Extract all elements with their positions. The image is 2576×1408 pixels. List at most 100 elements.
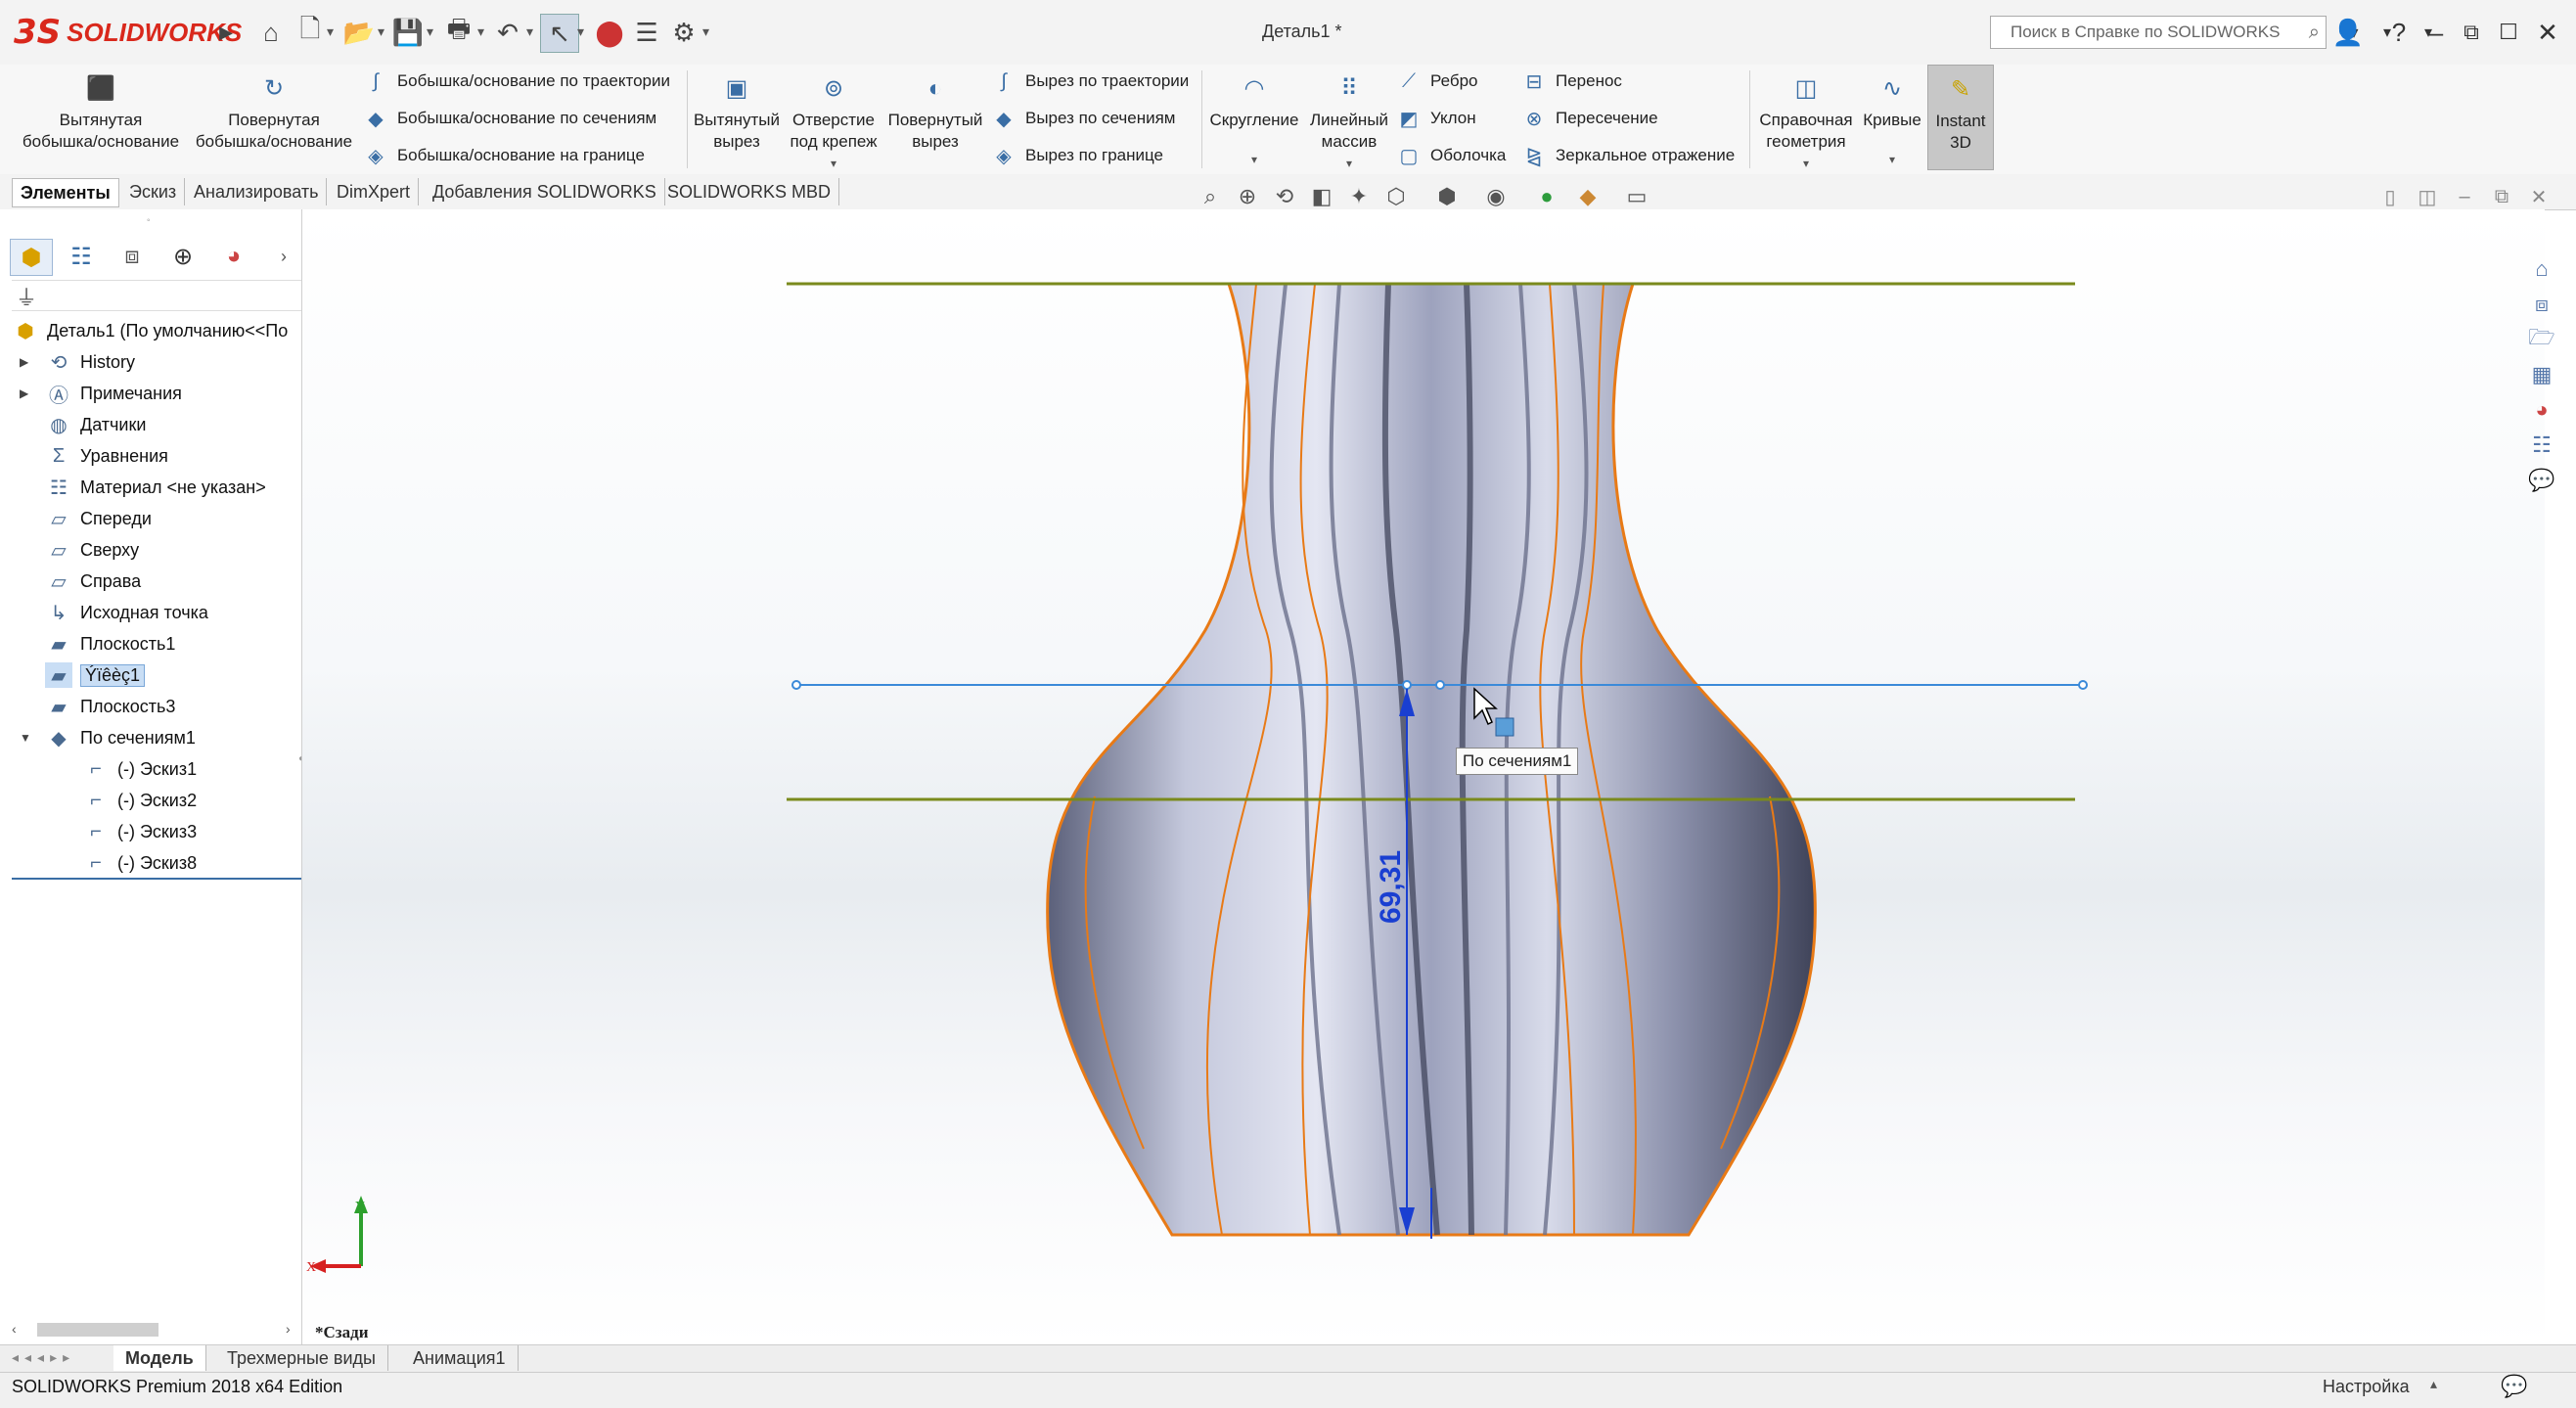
tree-item-equations[interactable]: Σ Уравнения <box>20 441 168 471</box>
viewport-split-icon[interactable]: ◫ <box>2413 182 2442 211</box>
lofted-cut-button[interactable]: ◆ Вырез по сечениям <box>992 104 1175 133</box>
swept-boss-button[interactable]: ∫ Бобышка/основание по траектории <box>364 67 670 96</box>
dimxpert-manager-tab-icon[interactable]: ⊕ <box>162 239 203 274</box>
draft-button[interactable]: ◩ Уклон <box>1397 104 1476 133</box>
property-manager-tab-icon[interactable]: ☷ <box>61 239 102 274</box>
options-gear-icon[interactable]: ⚙ <box>665 14 702 51</box>
appearances-icon[interactable]: ◕ <box>2524 393 2559 427</box>
tree-item-front-plane[interactable]: ▱ Спереди <box>20 504 152 533</box>
zoom-to-fit-icon[interactable]: ⌕ <box>1196 182 1225 211</box>
viewport-minimize-button[interactable]: – <box>2450 182 2479 211</box>
edit-appearance-icon[interactable]: ● <box>1532 182 1561 211</box>
open-dropdown-icon[interactable]: ▾ <box>378 23 384 40</box>
curves-dropdown-icon[interactable]: ▾ <box>1889 149 1895 170</box>
scroll-right-icon[interactable]: › <box>286 1321 291 1337</box>
tab-sketch[interactable]: Эскиз <box>121 178 186 205</box>
rib-button[interactable]: ⟋ Ребро <box>1397 67 1478 96</box>
tree-item-plane3[interactable]: ▰ Плоскость3 <box>20 692 175 721</box>
swept-cut-button[interactable]: ∫ Вырез по траектории <box>992 67 1189 96</box>
maximize-button[interactable]: ☐ <box>2489 14 2528 51</box>
file-explorer-icon[interactable]: 🗁 <box>2524 323 2559 356</box>
tree-horizontal-scrollbar[interactable]: ‹ › <box>12 1319 301 1340</box>
previous-view-icon[interactable]: ⟲ <box>1270 182 1299 211</box>
tab-navigation-icons[interactable]: ◂◂◂▸▸ <box>12 1349 75 1366</box>
more-tabs-arrow-icon[interactable]: › <box>274 239 294 274</box>
tab-addins[interactable]: Добавления SOLIDWORKS <box>425 178 665 205</box>
tree-item-sketch3[interactable]: ⌐ (-) Эскиз3 <box>82 817 197 846</box>
print-icon[interactable]: 🖶 <box>440 14 477 51</box>
close-button[interactable]: ✕ <box>2528 14 2567 51</box>
expand-arrow-icon[interactable]: ▶ <box>20 386 33 400</box>
help-search-input[interactable]: Поиск в Справке по SOLIDWORKS ⌕ <box>1990 16 2327 49</box>
tree-item-top-plane[interactable]: ▱ Сверху <box>20 535 139 565</box>
intersect-button[interactable]: ⊗ Пересечение <box>1522 104 1658 133</box>
minimize-button[interactable]: – <box>2417 14 2456 51</box>
view-palette-icon[interactable]: ▦ <box>2524 358 2559 391</box>
tab-evaluate[interactable]: Анализировать <box>186 178 328 205</box>
tooltip-toggle-icon[interactable]: 💬 <box>2501 1374 2527 1399</box>
boundary-boss-button[interactable]: ◈ Бобышка/основание на границе <box>364 141 645 170</box>
instant3d-button[interactable]: ✎ Instant 3D <box>1927 65 1994 170</box>
sketch-endpoint[interactable] <box>2078 680 2088 690</box>
new-dropdown-icon[interactable]: ▾ <box>327 23 334 40</box>
feature-manager-tab-icon[interactable]: ⬢ <box>10 239 53 276</box>
tree-item-history[interactable]: ▶ ⟲ History <box>20 347 135 377</box>
options-dropdown-icon[interactable]: ▾ <box>702 23 709 40</box>
tab-3d-views[interactable]: Трехмерные виды <box>215 1345 388 1371</box>
reference-geometry-button[interactable]: ◫ Справочная геометрия ▾ <box>1753 72 1859 174</box>
tab-dimxpert[interactable]: DimXpert <box>329 178 420 205</box>
tree-root[interactable]: ⬢ Деталь1 (По умолчанию<<По <box>12 316 288 345</box>
tree-item-annotations[interactable]: ▶ Ⓐ Примечания <box>20 379 182 408</box>
expand-arrow-icon[interactable]: ▶ <box>20 355 33 369</box>
tab-mbd[interactable]: SOLIDWORKS MBD <box>659 178 840 205</box>
linear-pattern-button[interactable]: ⠿ Линейный массив ▾ <box>1305 72 1393 174</box>
tree-item-material[interactable]: ☷ Материал <не указан> <box>20 473 266 502</box>
new-document-icon[interactable]: 🗋 <box>292 14 329 51</box>
home-icon[interactable]: ⌂ <box>252 14 290 51</box>
boundary-cut-button[interactable]: ◈ Вырез по границе <box>992 141 1163 170</box>
hole-wizard-button[interactable]: ⊚ Отверстие под крепеж ▾ <box>783 72 884 174</box>
tree-filter[interactable]: ⏚ <box>12 280 301 311</box>
units-selector[interactable]: Настройка <box>2323 1377 2410 1397</box>
select-arrow-icon[interactable]: ↖ <box>540 14 579 53</box>
tree-item-sketch8[interactable]: ⌐ (-) Эскиз8 <box>82 848 197 878</box>
extruded-boss-button[interactable]: ⬛ Вытянутая бобышка/основание <box>18 72 184 153</box>
zoom-to-area-icon[interactable]: ⊕ <box>1233 182 1262 211</box>
hide-show-icon[interactable]: ◉ <box>1481 182 1511 211</box>
dimension-value[interactable]: 69,31 <box>1375 850 1408 924</box>
tab-model[interactable]: Модель <box>113 1345 206 1371</box>
wrap-button[interactable]: ⊟ Перенос <box>1522 67 1622 96</box>
viewport-tile-icon[interactable]: ▯ <box>2375 182 2405 211</box>
tree-item-sketch2[interactable]: ⌐ (-) Эскиз2 <box>82 786 197 815</box>
custom-properties-icon[interactable]: ☷ <box>2524 429 2559 462</box>
graphics-area[interactable]: 69,31 Y X <box>302 209 2545 1344</box>
menu-arrow-icon[interactable]: ▶ <box>207 14 245 51</box>
fillet-button[interactable]: ◠ Скругление ▾ <box>1205 72 1303 170</box>
tab-animation1[interactable]: Анимация1 <box>401 1345 519 1371</box>
scroll-thumb[interactable] <box>37 1323 158 1337</box>
linear-pattern-dropdown-icon[interactable]: ▾ <box>1346 153 1352 174</box>
save-icon[interactable]: 💾 <box>389 14 427 51</box>
solidworks-resources-icon[interactable]: ⌂ <box>2524 252 2559 286</box>
tree-item-sensors[interactable]: ◍ Датчики <box>20 410 146 439</box>
undo-dropdown-icon[interactable]: ▾ <box>526 23 533 40</box>
viewport-close-button[interactable]: ✕ <box>2524 182 2553 211</box>
tree-item-sketch-plane[interactable]: ▰ Ýïêèç1 <box>20 660 146 690</box>
tree-item-loft1[interactable]: ▼ ◆ По сечениям1 <box>20 723 196 752</box>
revolved-boss-button[interactable]: ↻ Повернутая бобышка/основание <box>192 72 356 153</box>
section-view-icon[interactable]: ◧ <box>1307 182 1336 211</box>
search-icon[interactable]: ⌕ <box>2309 22 2320 44</box>
solidworks-logo[interactable]: 3S SOLIDWORKS <box>14 10 242 55</box>
tile-window-button[interactable]: ⧉ <box>2452 14 2491 51</box>
display-manager-tab-icon[interactable]: ◕ <box>213 239 254 274</box>
collapse-arrow-icon[interactable]: ▼ <box>20 731 33 745</box>
panel-grip-icon[interactable]: ◦ <box>147 215 151 226</box>
curves-button[interactable]: ∿ Кривые ▾ <box>1861 72 1923 170</box>
select-dropdown-icon[interactable]: ▾ <box>577 23 584 40</box>
hole-wizard-dropdown-icon[interactable]: ▾ <box>831 153 836 174</box>
file-properties-icon[interactable]: ☰ <box>628 14 665 51</box>
viewport-restore-button[interactable]: ⧉ <box>2487 182 2516 211</box>
open-icon[interactable]: 📂 <box>340 14 378 51</box>
lofted-boss-button[interactable]: ◆ Бобышка/основание по сечениям <box>364 104 656 133</box>
rebuild-traffic-light-icon[interactable]: ⬤ <box>591 14 628 51</box>
